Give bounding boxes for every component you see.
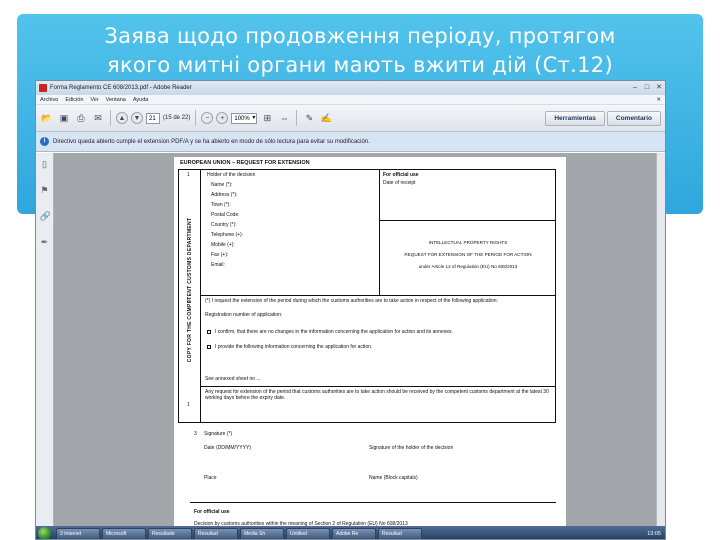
maximize-icon[interactable]: □ (641, 83, 653, 93)
vertical-scrollbar[interactable] (656, 153, 665, 539)
slide-title-line-1: Заява щодо продовження періоду, протягом (104, 24, 616, 48)
section-1-number: 1 (187, 172, 190, 178)
fit-width-icon[interactable]: ⇔ (277, 111, 291, 125)
bookmarks-icon[interactable]: ⚑ (40, 185, 50, 197)
provide-info-text: I provide the following information conc… (215, 344, 373, 350)
menu-item-edicion[interactable]: Edición (65, 97, 83, 103)
section-2-number: 2 (187, 298, 190, 304)
message-bar-text: Directivo queda abierto cumple el extens… (53, 138, 370, 145)
signatures-icon[interactable]: ✒ (40, 237, 50, 249)
signature-label: Signature (*) (204, 431, 233, 437)
open-icon[interactable]: 📂 (40, 111, 54, 125)
official-use-label: For official use (383, 172, 419, 178)
comentario-button[interactable]: Comentario (606, 110, 661, 126)
close-document-icon[interactable]: ✕ (656, 97, 661, 103)
clock: 13:05 (647, 530, 661, 537)
menu-item-ayuda[interactable]: Ayuda (133, 97, 149, 103)
taskbar-item-6[interactable]: Untitled (286, 527, 330, 539)
confirm-text: I confirm, that there are no changes in … (215, 329, 453, 335)
field-fax[interactable]: Fax (+): (211, 252, 228, 258)
taskbar-item-5[interactable]: Media Sh (240, 527, 284, 539)
taskbar-item-1[interactable]: 3 Internet (56, 527, 100, 539)
ipr-request: REQUEST FOR EXTENSION OF THE PERIOD FOR … (404, 252, 532, 257)
field-town[interactable]: Town (*): (211, 202, 231, 208)
field-telephone[interactable]: Telephone (+): (211, 232, 243, 238)
request-extension-text: (*) I request the extension of the perio… (205, 298, 498, 304)
page-number-input[interactable]: 21 (146, 112, 160, 124)
prev-page-icon[interactable]: ▲ (116, 112, 128, 124)
acrobat-window: Forma Reglamento CE 608/2013.pdf - Adobe… (35, 80, 666, 540)
section-3-number: 3 (194, 431, 197, 437)
fit-page-icon[interactable]: ⊞ (260, 111, 274, 125)
document-area: ▯ ⚑ 🔗 ✒ EUROPEAN UNION – REQUEST FOR EXT… (36, 153, 665, 539)
slide-title-line-2: якого митні органи мають вжити дій (Ст.1… (107, 53, 613, 77)
zoom-out-icon[interactable]: − (201, 112, 214, 124)
provide-info-checkbox[interactable] (207, 345, 211, 349)
start-button-icon[interactable] (38, 527, 51, 539)
ipr-title: INTELLECTUAL PROPERTY RIGHTS (428, 240, 508, 245)
email-icon[interactable]: ✉ (91, 111, 105, 125)
date-field[interactable]: Date (DD/MM/YYYY) (204, 445, 251, 451)
zoom-select[interactable]: 100% (231, 112, 258, 124)
holder-label: Holder of the decision (207, 172, 256, 178)
next-page-icon[interactable]: ▼ (131, 112, 143, 124)
date-receipt-label: Date of receipt (383, 180, 416, 186)
taskbar-item-2[interactable]: Microsoft (102, 527, 146, 539)
windows-taskbar: 3 Internet Microsoft Resultado Resultad … (36, 526, 665, 539)
field-name[interactable]: Name (*): (211, 182, 232, 188)
window-titlebar: Forma Reglamento CE 608/2013.pdf - Adobe… (36, 81, 665, 95)
menu-item-archivo[interactable]: Archivo (40, 97, 58, 103)
name-capitals-field[interactable]: Name (Block capitals) (369, 475, 418, 481)
taskbar-item-4[interactable]: Resultad (194, 527, 238, 539)
field-address[interactable]: Address (*): (211, 192, 237, 198)
form-header: EUROPEAN UNION – REQUEST FOR EXTENSION (180, 160, 310, 166)
print-icon[interactable]: ⎙ (74, 111, 88, 125)
confirm-checkbox[interactable] (207, 330, 211, 334)
ipr-article: under Article 12 of Regulation (EU) No 6… (418, 264, 518, 269)
field-country[interactable]: Country (*): (211, 222, 237, 228)
taskbar-item-8[interactable]: Resultad (378, 527, 422, 539)
note-number: 1 (187, 402, 190, 408)
info-icon: i (40, 137, 49, 146)
extension-note: Any request for extension of the period … (205, 389, 549, 401)
pdf-icon (39, 84, 47, 92)
holder-signature-field[interactable]: Signature of the holder of the decision (369, 445, 453, 451)
field-postal-code[interactable]: Postal Code: (211, 212, 240, 218)
minimize-icon[interactable]: – (629, 83, 641, 93)
document-message-bar: i Directivo queda abierto cumple el exte… (36, 132, 665, 152)
page-count: (15 de 22) (163, 115, 191, 121)
registration-number-field[interactable]: Registration number of application: (205, 312, 282, 318)
herramientas-button[interactable]: Herramientas (545, 110, 605, 126)
close-icon[interactable]: ✕ (653, 83, 665, 93)
official-use-label-2: For official use (194, 509, 230, 515)
toolbar: 📂 ▣ ⎙ ✉ ▲ ▼ 21 (15 de 22) − + 100% ⊞ ⇔ ✎… (36, 105, 665, 132)
navigation-pane: ▯ ⚑ 🔗 ✒ (36, 153, 54, 539)
taskbar-item-3[interactable]: Resultado (148, 527, 192, 539)
sign-icon[interactable]: ✍ (319, 111, 333, 125)
annexed-sheet-field[interactable]: See annexed sheet no ... (205, 376, 261, 382)
menu-bar: Archivo Edición Ver Ventana Ayuda ✕ (36, 95, 665, 105)
menu-item-ventana[interactable]: Ventana (106, 97, 126, 103)
save-icon[interactable]: ▣ (57, 111, 71, 125)
menu-item-ver[interactable]: Ver (90, 97, 98, 103)
window-title: Forma Reglamento CE 608/2013.pdf - Adobe… (50, 85, 192, 91)
taskbar-item-7[interactable]: Adobe Re (332, 527, 376, 539)
zoom-in-icon[interactable]: + (216, 112, 229, 124)
slide-title: Заява щодо продовження періоду, протягом… (0, 22, 720, 80)
vertical-label: COPY FOR THE COMPETENT CUSTOMS DEPARTMEN… (187, 217, 193, 363)
pages-icon[interactable]: ▯ (40, 159, 50, 171)
field-mobile[interactable]: Mobile (+): (211, 242, 235, 248)
pdf-page: EUROPEAN UNION – REQUEST FOR EXTENSION C… (174, 157, 566, 539)
form-box: COPY FOR THE COMPETENT CUSTOMS DEPARTMEN… (178, 169, 556, 423)
field-email[interactable]: Email: (211, 262, 225, 268)
place-field[interactable]: Place (204, 475, 217, 481)
attachments-icon[interactable]: 🔗 (40, 211, 51, 223)
comment-icon[interactable]: ✎ (302, 111, 316, 125)
